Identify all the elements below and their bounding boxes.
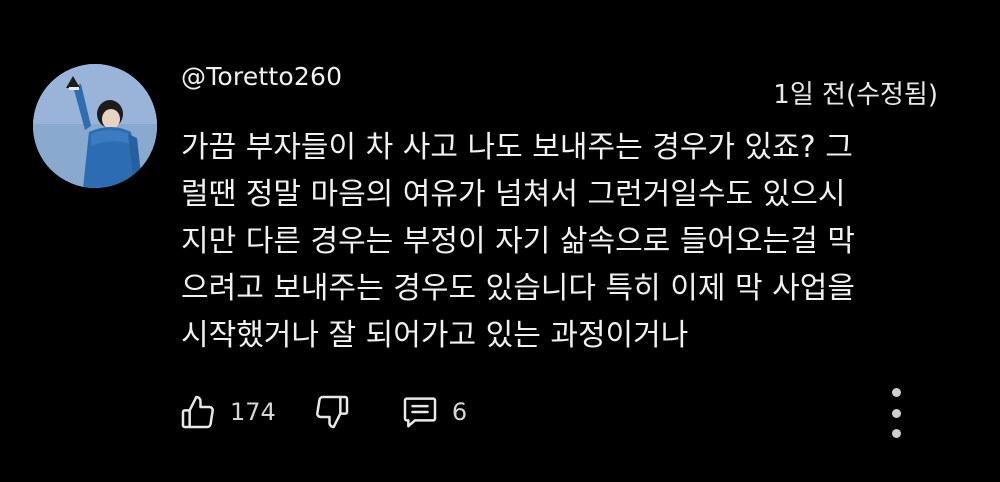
comment-actions: 174 6 [178, 390, 467, 434]
more-dot [891, 429, 901, 438]
comment-icon [403, 397, 437, 428]
dislike-button[interactable] [312, 392, 352, 432]
like-count: 174 [230, 398, 276, 426]
thumbs-down-icon [315, 395, 349, 429]
comment-text: 가끔 부자들이 차 사고 나도 보내주는 경우가 있죠? 그 럴땐 정말 마음의… [181, 130, 855, 353]
author-name[interactable]: @Toretto260 [181, 62, 342, 91]
comment-timestamp[interactable]: 1일 전(수정됨) [773, 74, 938, 111]
comment-card: @Toretto260 1일 전(수정됨) 가끔 부자들이 차 사고 나도 보내… [0, 0, 1000, 482]
more-dot [891, 388, 901, 397]
more-dot [891, 408, 901, 418]
avatar-image [33, 64, 157, 188]
avatar[interactable] [33, 64, 157, 188]
thumbs-up-icon [181, 395, 214, 429]
reply-count: 6 [451, 398, 468, 426]
more-vertical-icon[interactable] [882, 388, 910, 438]
like-button[interactable]: 174 [178, 392, 276, 432]
reply-button[interactable]: 6 [400, 392, 467, 432]
